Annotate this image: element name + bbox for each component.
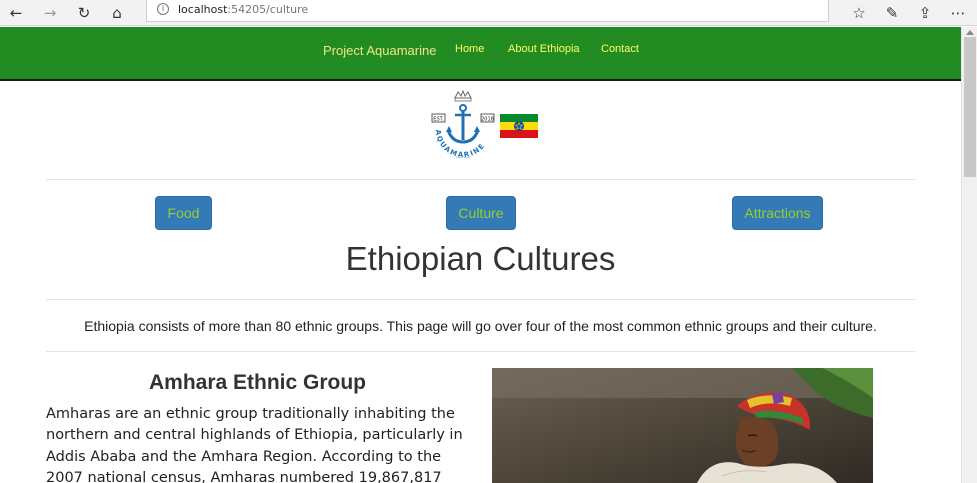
- back-icon[interactable]: ←: [6, 3, 26, 23]
- logo-year-text: 2018: [481, 117, 494, 123]
- divider: [46, 351, 915, 352]
- nav-link-contact[interactable]: Contact: [601, 43, 639, 55]
- more-icon[interactable]: ⋯: [948, 3, 968, 23]
- address-bar[interactable]: i localhost:54205/culture: [146, 0, 829, 22]
- svg-text:AQUAMARINE: AQUAMARINE: [434, 129, 487, 159]
- nav-link-about-ethiopia[interactable]: About Ethiopia: [508, 43, 580, 55]
- logo-arc-text: AQUAMARINE: [434, 129, 486, 159]
- food-button[interactable]: Food: [155, 196, 212, 230]
- pen-icon[interactable]: ✎: [882, 3, 902, 23]
- logo-est-text: EST.: [433, 117, 444, 123]
- forward-icon[interactable]: →: [40, 3, 60, 23]
- page-title: Ethiopian Cultures: [345, 240, 616, 277]
- share-icon[interactable]: ⇪: [915, 3, 935, 23]
- intro-text: Ethiopia consists of more than 80 ethnic…: [84, 318, 877, 334]
- home-icon[interactable]: ⌂: [107, 3, 127, 23]
- scroll-up-arrow-icon[interactable]: [966, 30, 974, 35]
- browser-toolbar: ← → ↻ ⌂ i localhost:54205/culture ☆ ✎ ⇪ …: [0, 0, 977, 26]
- brand-link[interactable]: Project Aquamarine: [323, 43, 436, 58]
- vertical-scrollbar[interactable]: [961, 27, 977, 483]
- url-text: localhost:54205/culture: [178, 3, 309, 16]
- top-navbar: Project Aquamarine Home About Ethiopia C…: [0, 27, 961, 81]
- aquamarine-logo: EST. 2018 AQUAMARINE: [428, 89, 498, 162]
- nav-link-home[interactable]: Home: [455, 43, 484, 55]
- divider: [46, 299, 915, 300]
- favorites-icon[interactable]: ☆: [849, 3, 869, 23]
- culture-button[interactable]: Culture: [446, 196, 516, 230]
- refresh-icon[interactable]: ↻: [74, 3, 94, 23]
- divider: [46, 179, 915, 180]
- ethiopia-flag-icon: [500, 114, 538, 138]
- page-content: Project Aquamarine Home About Ethiopia C…: [0, 27, 961, 483]
- attractions-button[interactable]: Attractions: [732, 196, 823, 230]
- section-title: Amhara Ethnic Group: [148, 371, 367, 394]
- scrollbar-thumb[interactable]: [964, 37, 976, 177]
- section-text: Amharas are an ethnic group traditionall…: [46, 406, 463, 483]
- site-info-icon[interactable]: i: [157, 3, 169, 15]
- amhara-woman-photo: [492, 368, 873, 483]
